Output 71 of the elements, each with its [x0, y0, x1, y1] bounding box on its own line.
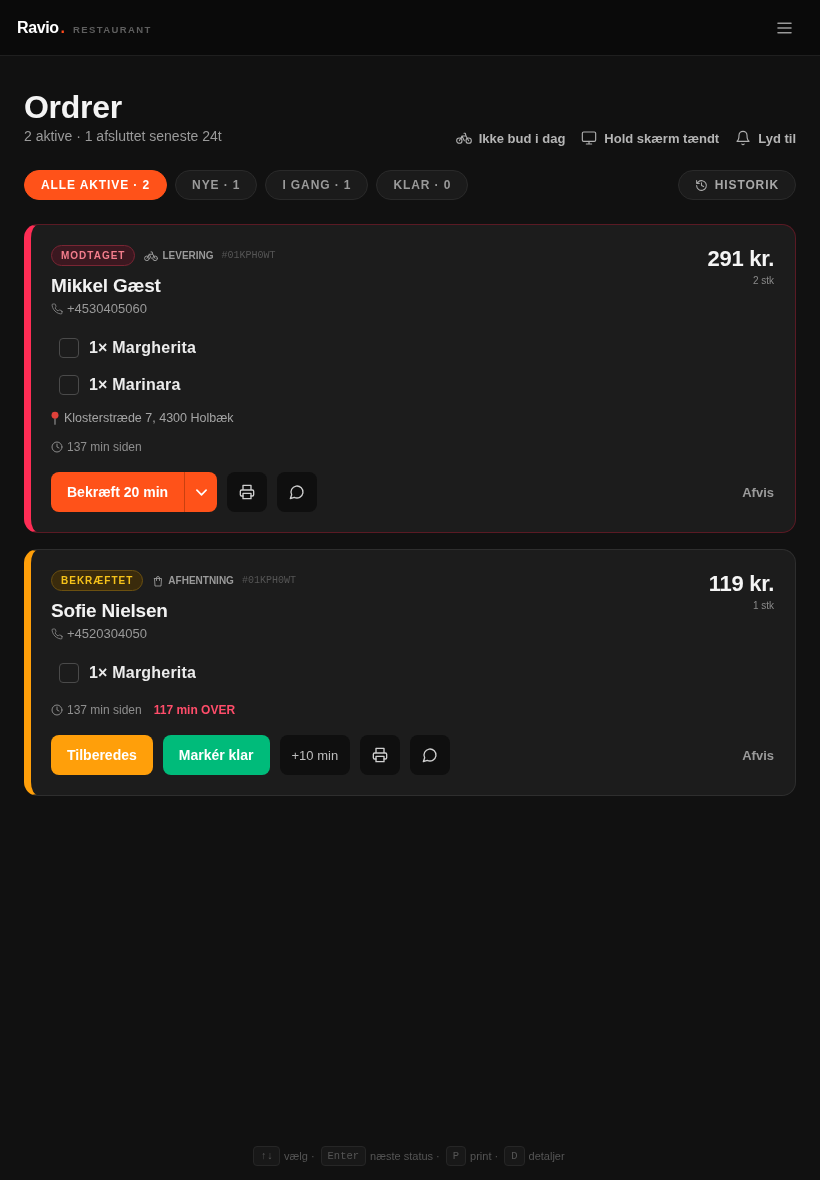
item-checkbox[interactable]: [59, 338, 79, 358]
item-label: 1× Marinara: [89, 376, 181, 394]
key-cap: D: [504, 1146, 525, 1166]
bell-icon: [735, 130, 752, 146]
key-cap: P: [445, 1146, 467, 1166]
page-subtitle: 2 aktive · 1 afsluttet seneste 24t: [24, 127, 222, 145]
filter-tab[interactable]: NYE · 1: [175, 170, 258, 200]
address-text: Klosterstræde 7, 4300 Holbæk: [64, 410, 234, 426]
overdue-time: 117 min OVER: [153, 702, 236, 718]
chat-bubble-icon: [422, 747, 439, 763]
elapsed-time: 137 min siden: [67, 702, 142, 718]
confirm-button[interactable]: Bekræft 20 min: [51, 472, 185, 512]
item-label: 1× Margherita: [89, 664, 197, 682]
delivery-method: LEVERING: [162, 250, 214, 261]
clock-icon: [51, 704, 63, 716]
brand-name: Ravio: [17, 18, 59, 37]
key-cap: ↑↓: [253, 1146, 280, 1166]
printer-icon: [239, 484, 256, 500]
status-badge: BEKRÆFTET: [51, 570, 144, 591]
toggle-button[interactable]: Ikke bud i dag: [455, 130, 566, 146]
shortcut-label: næste status ·: [370, 1150, 440, 1162]
order-id: #01KPH0WT: [221, 250, 276, 261]
shortcut-label: print ·: [470, 1150, 499, 1162]
brand-dot: .: [60, 18, 66, 37]
order-total: 119 kr.: [708, 570, 774, 598]
item-checkbox[interactable]: [59, 663, 79, 683]
pin-icon: [51, 411, 59, 425]
bag-icon: [152, 574, 165, 587]
caret-icon: [195, 488, 207, 496]
history-icon: [694, 178, 708, 192]
phone-icon: [51, 628, 63, 640]
filter-tab[interactable]: ALLE AKTIVE · 2: [24, 170, 168, 200]
item-count: 2 stk: [752, 274, 774, 287]
order-id: #01KPH0WT: [241, 575, 296, 586]
filter-tab[interactable]: I GANG · 1: [265, 170, 369, 200]
toggle-button[interactable]: Lyd til: [735, 130, 796, 146]
print-button[interactable]: [227, 472, 268, 512]
chat-bubble-icon: [289, 484, 306, 500]
extend-time-button[interactable]: +10 min: [279, 735, 351, 775]
history-button[interactable]: HISTORIK: [677, 170, 796, 200]
phone-number: +4520304050: [67, 626, 147, 642]
item-checkbox[interactable]: [59, 375, 79, 395]
phone-number: +4530405060: [67, 301, 147, 317]
customer-name: Mikkel Gæst: [51, 274, 162, 298]
dropdown-button[interactable]: [184, 472, 218, 512]
order-total: 291 kr.: [707, 245, 774, 273]
printer-icon: [372, 747, 389, 763]
filter-tab[interactable]: KLAR · 0: [376, 170, 469, 200]
print-button[interactable]: [360, 735, 401, 775]
customer-name: Sofie Nielsen: [51, 599, 169, 623]
reject-button[interactable]: Afvis: [742, 747, 774, 763]
bicycle-icon: [455, 130, 472, 146]
message-button[interactable]: [410, 735, 451, 775]
shortcut-label: detaljer: [528, 1150, 565, 1162]
key-cap: Enter: [320, 1146, 367, 1166]
page-title: Ordrer: [24, 88, 123, 126]
reject-button[interactable]: Afvis: [742, 484, 774, 500]
clock-icon: [51, 441, 63, 453]
item-count: 1 stk: [752, 599, 774, 612]
monitor-icon: [581, 130, 598, 146]
shortcut-label: vælg ·: [284, 1150, 315, 1162]
section-label: RESTAURANT: [73, 23, 152, 35]
toggle-button[interactable]: Hold skærm tændt: [581, 130, 720, 146]
delivery-method: AFHENTNING: [168, 575, 234, 586]
bicycle-icon: [144, 249, 159, 262]
status-badge: MODTAGET: [51, 245, 136, 266]
item-label: 1× Margherita: [89, 339, 197, 357]
elapsed-time: 137 min siden: [67, 439, 142, 455]
message-button[interactable]: [277, 472, 318, 512]
menu-icon[interactable]: [777, 21, 792, 34]
phone-icon: [51, 303, 63, 315]
